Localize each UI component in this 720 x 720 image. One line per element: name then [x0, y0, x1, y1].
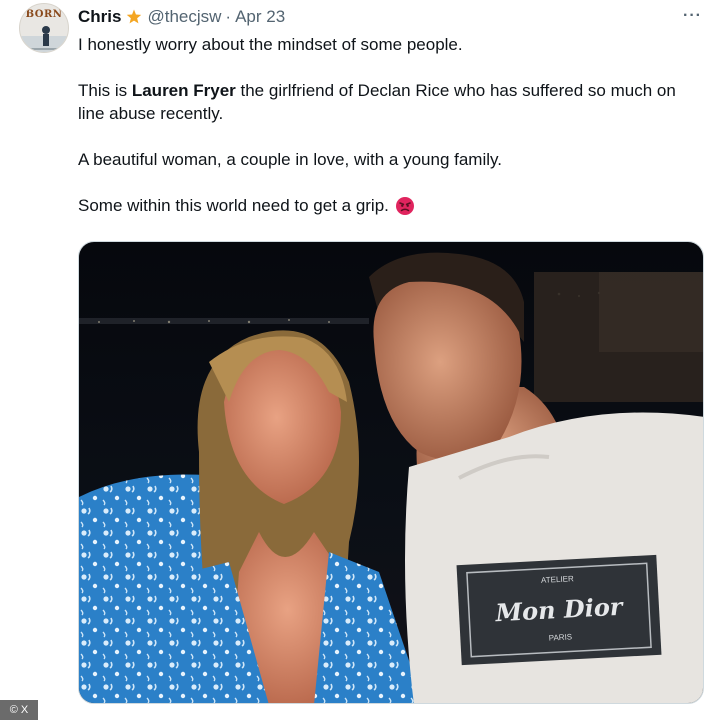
avatar-figure-icon — [20, 26, 68, 52]
shirt-bottom-text: PARIS — [549, 632, 573, 642]
tweet-text: I honestly worry about the mindset of so… — [78, 33, 703, 217]
tweet-paragraph-4: Some within this world need to get a gri… — [78, 194, 703, 217]
tweet-paragraph-3: A beautiful woman, a couple in love, wit… — [78, 150, 502, 169]
shirt-top-text: ATELIER — [541, 574, 574, 585]
tweet-header: Chris @thecjsw · Apr 23 — [78, 5, 285, 29]
paragraph-4-text: Some within this world need to get a gri… — [78, 196, 389, 215]
tweet-paragraph-1: I honestly worry about the mindset of so… — [78, 35, 463, 54]
author-name[interactable]: Chris — [78, 7, 121, 27]
paragraph-2-start: This is — [78, 81, 132, 100]
bold-name: Lauren Fryer — [131, 81, 236, 100]
avatar[interactable]: BORN — [19, 3, 69, 53]
image-credit: © X — [0, 700, 38, 720]
tweet-paragraph-2: This is Lauren Fryer the girlfriend of D… — [78, 79, 703, 125]
more-options-button[interactable]: ··· — [683, 7, 702, 25]
couple-photo: ATELIER Mon Dior PARIS — [79, 242, 703, 703]
star-icon — [127, 9, 142, 24]
separator-dot: · — [225, 7, 232, 26]
author-handle[interactable]: @thecjsw — [147, 7, 221, 27]
angry-face-icon — [395, 196, 414, 215]
tweet-photo[interactable]: ATELIER Mon Dior PARIS — [78, 241, 704, 704]
tweet-date[interactable]: Apr 23 — [235, 7, 285, 27]
